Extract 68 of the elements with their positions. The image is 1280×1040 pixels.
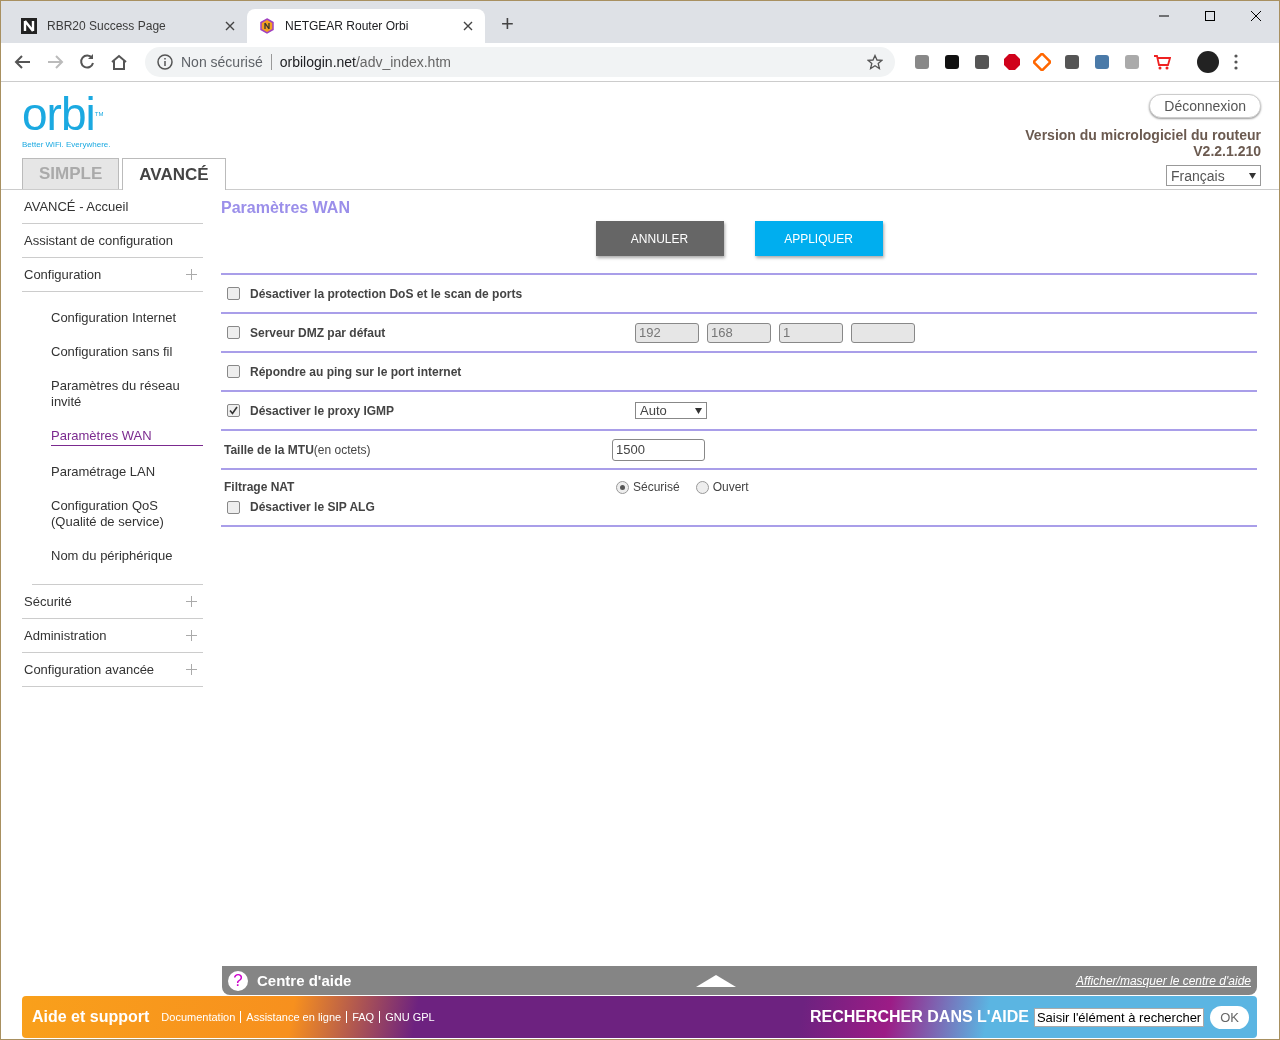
action-button[interactable]: ANNULER (595, 221, 724, 256)
checkbox[interactable] (227, 287, 240, 300)
setting-label: Désactiver le proxy IGMP (250, 403, 396, 418)
help-icon: ? (228, 970, 248, 991)
igmp-dropdown[interactable]: Auto (635, 402, 707, 419)
setting-label: Désactiver la protection DoS et le scan de ports (250, 286, 524, 301)
language-dropdown[interactable]: Français (1166, 165, 1261, 186)
checkbox[interactable] (227, 500, 240, 514)
expand-arrow-icon[interactable] (696, 974, 737, 987)
radio-option[interactable]: Ouvert (695, 480, 749, 494)
sidebar-subitem[interactable]: Paramètres WAN (51, 420, 203, 446)
checkbox[interactable] (227, 365, 240, 378)
mode-tab[interactable]: AVANCÉ (122, 158, 226, 190)
plus-icon[interactable] (186, 596, 197, 607)
sidebar-subitem[interactable]: Configuration QoS (Qualité de service) (51, 490, 203, 540)
extension-icon[interactable] (943, 53, 961, 71)
setting-label: Désactiver le SIP ALG (250, 500, 376, 514)
n-logo-icon (21, 18, 37, 34)
mtu-field[interactable]: 1500 (612, 438, 705, 461)
plus-icon[interactable] (186, 630, 197, 641)
checkbox[interactable] (227, 404, 240, 417)
footer-link[interactable]: FAQ (346, 1011, 380, 1023)
logo-tagline: Better WiFi. Everywhere. (22, 140, 112, 149)
close-icon[interactable] (225, 21, 235, 31)
sidebar-subitem[interactable]: Configuration Internet (51, 302, 203, 336)
sidebar-item[interactable]: Configuration (22, 258, 203, 292)
caret-icon (1249, 172, 1256, 179)
new-tab-button[interactable]: + (497, 11, 518, 37)
setting-label: Serveur DMZ par défaut (250, 325, 387, 340)
sidebar-subitem[interactable]: Paramètres du réseau invité (51, 370, 203, 420)
cart-icon[interactable] (1153, 53, 1171, 71)
firmware-version: V2.2.1.210 (1193, 143, 1261, 159)
orbi-logo: orbi$^{TM}$ (22, 92, 105, 136)
sidebar-item[interactable]: AVANCÉ - Accueil (22, 190, 203, 224)
logout-button[interactable]: Déconnexion (1149, 94, 1261, 118)
sidebar-item[interactable]: Configuration avancée (22, 653, 203, 687)
checkbox[interactable] (227, 326, 240, 339)
help-toggle-link[interactable]: Afficher/masquer le centre d'aide (1075, 973, 1251, 988)
close-icon[interactable] (463, 21, 473, 31)
footer-link[interactable]: GNU GPL (379, 1011, 440, 1023)
setting-label: Répondre au ping sur le port internet (250, 364, 463, 379)
avatar-icon[interactable] (1197, 51, 1219, 73)
sidebar-subitem[interactable]: Configuration sans fil (51, 336, 203, 370)
help-search-label: RECHERCHER DANS L'AIDE (809, 1008, 1029, 1026)
page-title: Paramètres WAN (221, 199, 351, 217)
browser-tab[interactable]: NETGEAR Router Orbi (247, 9, 485, 43)
sidebar-subitem[interactable]: Nom du périphérique (51, 540, 203, 574)
sidebar-item[interactable]: Administration (22, 619, 203, 653)
support-title: Aide et support (32, 1008, 150, 1026)
setting-label: Filtrage NAT (224, 480, 296, 494)
address-bar[interactable]: Non sécurisé orbilogin.net/adv_index.htm (145, 47, 895, 77)
sidebar-subitem[interactable]: Paramétrage LAN (51, 456, 203, 490)
radio-option[interactable]: Sécurisé (616, 480, 680, 494)
setting-label: Taille de la MTU(en octets) (224, 442, 372, 457)
caret-icon (695, 407, 702, 414)
sidebar-item[interactable]: Assistant de configuration (22, 224, 203, 258)
stop-sign-icon[interactable] (1003, 53, 1021, 71)
star-icon[interactable] (867, 54, 883, 70)
plus-icon[interactable] (186, 269, 197, 280)
help-center-title: Centre d'aide (257, 972, 352, 989)
help-search-field[interactable]: Saisir l'élément à rechercher (1033, 1007, 1205, 1027)
ok-button[interactable]: OK (1210, 1005, 1249, 1029)
sidebar-item[interactable]: Sécurité (22, 585, 203, 619)
browser-tab[interactable]: RBR20 Success Page (9, 9, 247, 43)
plus-icon[interactable] (186, 664, 197, 675)
hexagon-logo-icon (259, 18, 275, 34)
info-icon[interactable] (157, 54, 173, 70)
firmware-label: Version du micrologiciel du routeur (1025, 127, 1261, 143)
